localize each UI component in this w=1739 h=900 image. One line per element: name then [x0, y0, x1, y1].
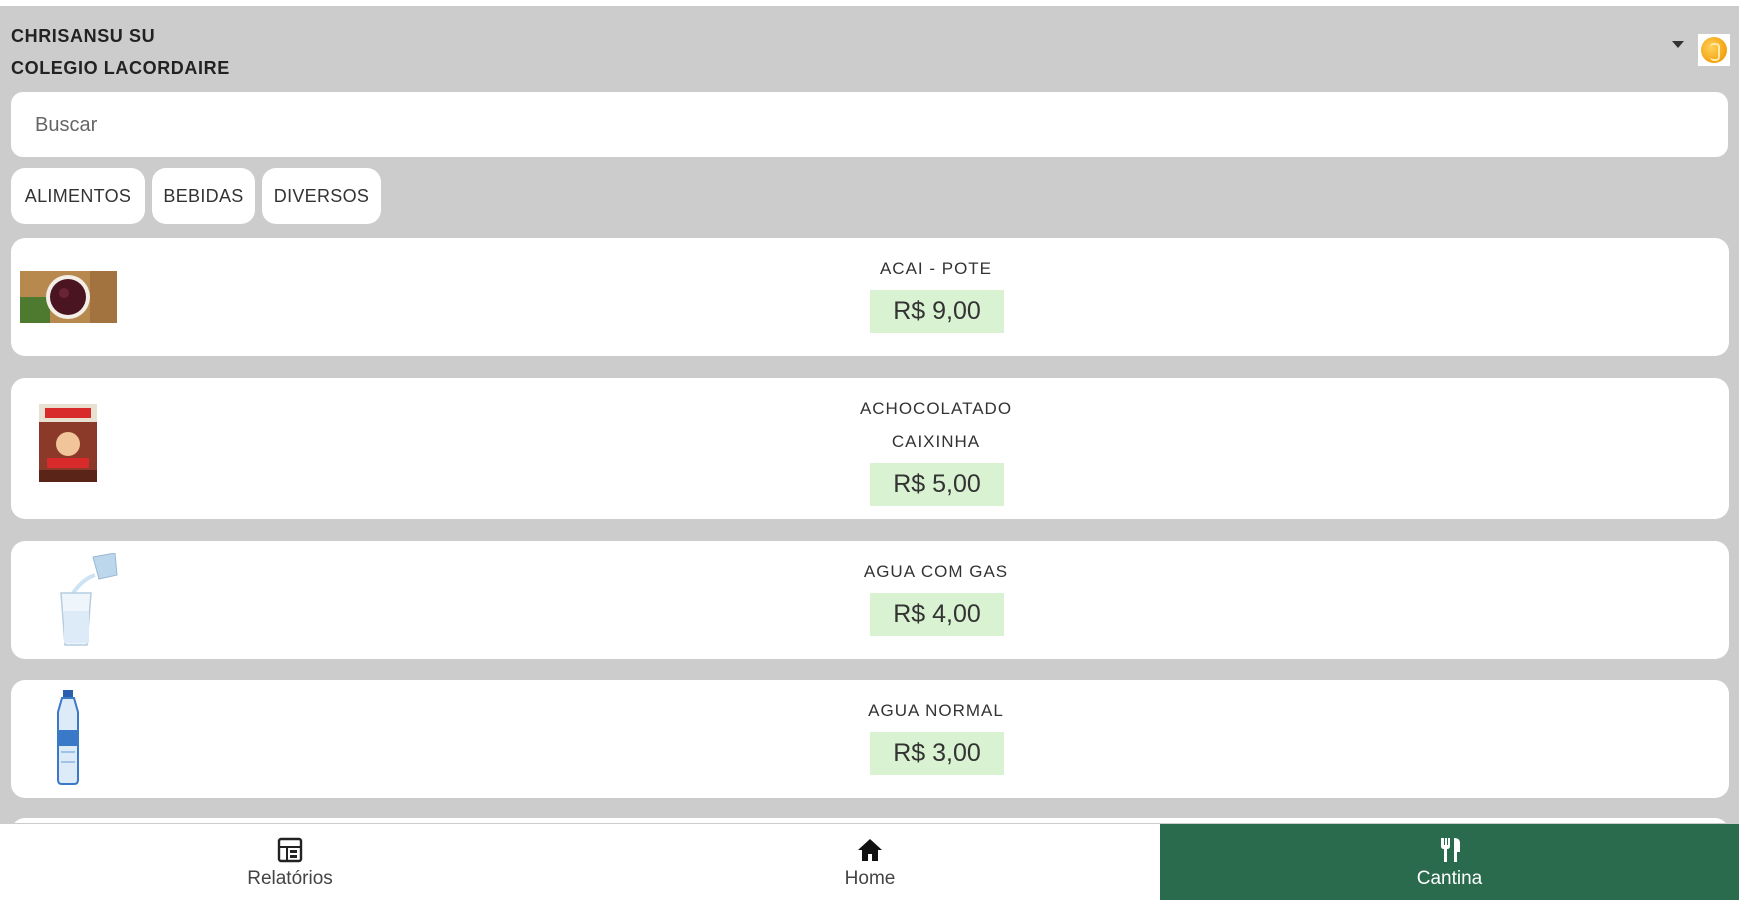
report-icon	[277, 837, 303, 863]
product-list: ACAI - POTE R$ 9,00 ACHOCOLATADO CAIXINH…	[11, 238, 1729, 823]
product-name: ACAI - POTE	[879, 259, 993, 278]
product-name-line2: CAIXINHA	[891, 432, 981, 451]
caret-down-icon[interactable]	[1672, 41, 1684, 48]
product-price: R$ 9,00	[870, 290, 1004, 333]
product-card[interactable]: ACAI - POTE R$ 9,00	[11, 238, 1729, 356]
home-icon	[858, 839, 882, 861]
cutlery-icon	[1440, 838, 1460, 862]
search-box	[11, 92, 1728, 159]
tab-label: Cantina	[1416, 868, 1483, 889]
product-card-partial[interactable]	[11, 818, 1729, 823]
coin-icon	[1701, 37, 1727, 63]
bottom-nav: Relatórios Home Cantina	[0, 824, 1739, 900]
tab-label: Home	[844, 868, 896, 889]
school-name: COLEGIO LACORDAIRE	[11, 58, 230, 78]
product-card[interactable]: AGUA COM GAS R$ 4,00	[11, 541, 1729, 659]
product-card[interactable]: ACHOCOLATADO CAIXINHA R$ 5,00	[11, 378, 1729, 519]
tab-relatorios[interactable]: Relatórios	[0, 824, 580, 900]
product-price: R$ 5,00	[870, 463, 1004, 506]
product-price: R$ 3,00	[870, 732, 1004, 775]
product-price: R$ 4,00	[870, 593, 1004, 636]
app-header: CHRISANSU SU COLEGIO LACORDAIRE	[0, 6, 1739, 90]
category-chip-alimentos[interactable]: ALIMENTOS	[11, 168, 145, 224]
coin-button[interactable]	[1698, 34, 1730, 66]
tab-home[interactable]: Home	[580, 824, 1160, 900]
tab-label: Relatórios	[247, 868, 333, 889]
category-chip-bebidas[interactable]: BEBIDAS	[152, 168, 255, 224]
tab-cantina[interactable]: Cantina	[1160, 824, 1739, 900]
product-name-line1: ACHOCOLATADO	[859, 399, 1013, 418]
user-name: CHRISANSU SU	[11, 26, 156, 46]
product-name: AGUA COM GAS	[863, 562, 1009, 581]
search-input[interactable]	[33, 92, 1717, 159]
product-card[interactable]: AGUA NORMAL R$ 3,00	[11, 680, 1729, 798]
category-chip-diversos[interactable]: DIVERSOS	[262, 168, 381, 224]
product-name: AGUA NORMAL	[868, 701, 1004, 720]
